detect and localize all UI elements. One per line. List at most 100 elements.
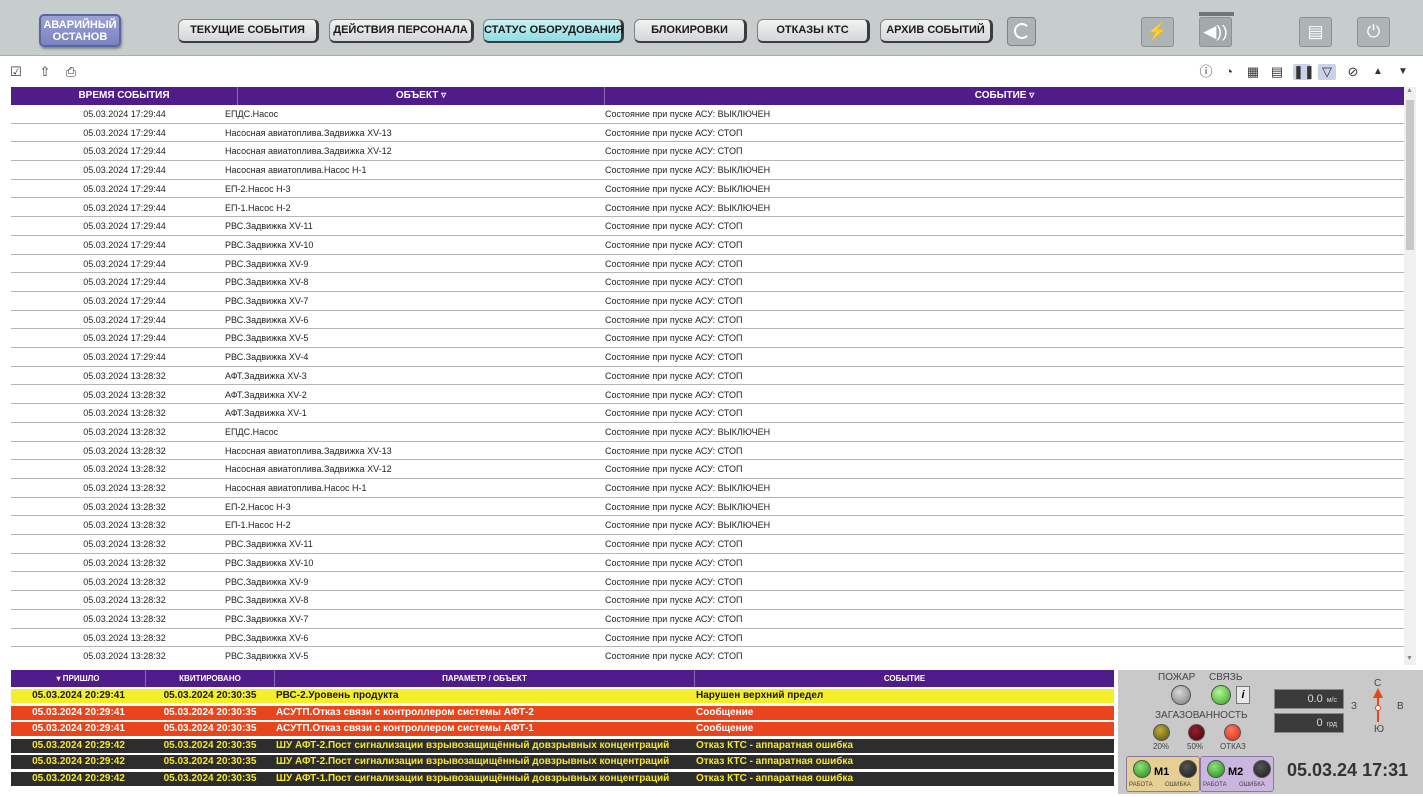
alarm-row[interactable]: 05.03.2024 20:29:42 05.03.2024 20:30:35 ШУ… — [11, 755, 1114, 769]
table-row[interactable]: 05.03.2024 13:28:32 РВС.Задвижка XV-9 Сост… — [11, 573, 1404, 592]
document-icon[interactable]: ▤ — [1270, 64, 1284, 80]
column-header-event[interactable]: СОБЫТИЕ ▿ — [605, 87, 1404, 105]
event-time-cell: 05.03.2024 17:29:44 — [83, 146, 166, 157]
alarm-row[interactable]: 05.03.2024 20:29:41 05.03.2024 20:30:35 АС… — [11, 722, 1114, 736]
emergency-stop-button[interactable]: АВАРИЙНЫЙ ОСТАНОВ — [39, 14, 121, 47]
alarm-row[interactable]: 05.03.2024 20:29:42 05.03.2024 20:30:35 ШУ… — [11, 771, 1114, 786]
event-object-cell: РВС.Задвижка XV-8 — [225, 277, 309, 288]
power-icon[interactable]: ⏻ — [1357, 17, 1390, 47]
table-row[interactable]: 05.03.2024 13:28:32 ЕП-1.Насос Н-2 Состоян… — [11, 516, 1404, 536]
sort-up-icon[interactable]: ▲ — [1371, 64, 1385, 80]
event-object-cell: РВС.Задвижка XV-9 — [225, 258, 309, 269]
scrollbar-thumb[interactable] — [1406, 100, 1414, 250]
table-row[interactable]: 05.03.2024 13:28:32 АФТ.Задвижка XV-1 Сост… — [11, 404, 1404, 423]
alarm-row[interactable]: 05.03.2024 20:29:41 05.03.2024 20:30:35 РВ… — [11, 689, 1114, 703]
table-row[interactable]: 05.03.2024 17:29:44 ЕП-1.Насос Н-2 Состоян… — [11, 199, 1404, 218]
pause-icon[interactable]: ❚❚ — [1293, 64, 1315, 80]
tab-equipment-status[interactable]: СТАТУС ОБОРУДОВАНИЯ — [483, 19, 624, 43]
alarm-row[interactable]: 05.03.2024 20:29:42 05.03.2024 20:30:35 ШУ… — [11, 738, 1114, 753]
table-row[interactable]: 05.03.2024 17:29:44 РВС.Задвижка XV-11 Сос… — [11, 217, 1404, 236]
print-icon[interactable]: ⎙ — [64, 64, 78, 80]
table-row[interactable]: 05.03.2024 17:29:44 РВС.Задвижка XV-6 Сост… — [11, 311, 1404, 330]
table-row[interactable]: 05.03.2024 13:28:32 РВС.Задвижка XV-8 Сост… — [11, 591, 1404, 610]
table-row[interactable]: 05.03.2024 13:28:32 РВС.Задвижка XV-7 Сост… — [11, 610, 1404, 629]
column-header-object[interactable]: ОБЪЕКТ ▿ — [238, 87, 605, 105]
cards-icon[interactable]: ▤ — [1299, 17, 1332, 47]
event-object-cell: РВС.Задвижка XV-9 — [225, 576, 309, 587]
table-row[interactable]: 05.03.2024 17:29:44 Насосная авиатоплива.… — [11, 142, 1404, 162]
table-row[interactable]: 05.03.2024 17:29:44 РВС.Задвижка XV-5 Сост… — [11, 329, 1404, 349]
event-time-cell: 05.03.2024 17:29:44 — [83, 221, 166, 232]
tab-kts-failures[interactable]: ОТКАЗЫ КТС — [757, 19, 870, 43]
event-time-cell: 05.03.2024 17:29:44 — [83, 296, 166, 306]
clock: 05.03.24 17:31 — [1287, 760, 1409, 780]
event-text-cell: Состояние при пуске АСУ: ВЫКЛЮЧЕН — [605, 165, 771, 176]
table-row[interactable]: 05.03.2024 17:29:44 РВС.Задвижка XV-4 Сост… — [11, 348, 1404, 367]
checklist-icon[interactable]: ☑ — [9, 64, 23, 80]
export-icon[interactable]: ⇧ — [38, 64, 52, 80]
table-row[interactable]: 05.03.2024 17:29:44 ЕП-2.Насос Н-3 Состоян… — [11, 180, 1404, 199]
filter-icon[interactable]: ▽ — [1318, 64, 1336, 80]
events-scrollbar[interactable]: ▲ ▼ — [1404, 87, 1416, 665]
info-button[interactable]: i — [1236, 686, 1250, 704]
table-row[interactable]: 05.03.2024 17:29:44 РВС.Задвижка XV-8 Сост… — [11, 273, 1404, 292]
tab-staff-actions[interactable]: ДЕЙСТВИЯ ПЕРСОНАЛА — [329, 19, 474, 43]
column-header-parameter[interactable]: ПАРАМЕТР / ОБЪЕКТ — [275, 670, 695, 687]
events-table: ВРЕМЯ СОБЫТИЯ ОБЪЕКТ ▿ СОБЫТИЕ ▿ 05.03.2… — [11, 87, 1404, 665]
tab-current-events[interactable]: ТЕКУЩИЕ СОБЫТИЯ — [178, 19, 319, 43]
column-header-alarm-event[interactable]: СОБЫТИЕ — [695, 670, 1114, 687]
table-row[interactable]: 05.03.2024 13:28:32 ЕП-2.Насос Н-3 Состоян… — [11, 498, 1404, 517]
table-row[interactable]: 05.03.2024 17:29:44 РВС.Задвижка XV-9 Сост… — [11, 255, 1404, 274]
lightning-icon[interactable]: ⚡ — [1141, 17, 1174, 47]
alarms-table-header: ▾ ПРИШЛО КВИТИРОВАНО ПАРАМЕТР / ОБЪЕКТ С… — [11, 670, 1114, 687]
table-row[interactable]: 05.03.2024 17:29:44 ЕПДС.Насос Состояние п… — [11, 105, 1404, 124]
refresh-icon[interactable] — [1007, 17, 1036, 46]
play-icon[interactable]: ◔ — [1221, 64, 1237, 80]
event-text-cell: Состояние при пуске АСУ: ВЫКЛЮЧЕН — [605, 501, 771, 512]
table-row[interactable]: 05.03.2024 13:28:32 АФТ.Задвижка XV-2 Сост… — [11, 386, 1404, 405]
table-row[interactable]: 05.03.2024 13:28:32 АФТ.Задвижка XV-3 Сост… — [11, 367, 1404, 386]
calendar-icon[interactable]: ▦ — [1245, 64, 1261, 80]
event-time-cell: 05.03.2024 17:29:44 — [83, 165, 166, 176]
column-header-acknowledged[interactable]: КВИТИРОВАНО — [146, 670, 275, 687]
table-row[interactable]: 05.03.2024 13:28:32 Насосная авиатоплива.… — [11, 442, 1404, 461]
alarm-param-cell: ШУ АФТ-1.Пост сигнализации взрывозащищён… — [276, 772, 670, 784]
module-m2[interactable]: М2 РАБОТА ОШИБКА — [1200, 756, 1274, 792]
alarm-acked-cell: 05.03.2024 20:30:35 — [163, 723, 257, 734]
table-row[interactable]: 05.03.2024 13:28:32 Насосная авиатоплива.… — [11, 460, 1404, 479]
alarm-row[interactable]: 05.03.2024 20:29:41 05.03.2024 20:30:35 АС… — [11, 705, 1114, 720]
table-row[interactable]: 05.03.2024 13:28:32 Насосная авиатоплива.… — [11, 479, 1404, 498]
scroll-down-icon[interactable]: ▼ — [1406, 655, 1413, 662]
table-row[interactable]: 05.03.2024 17:29:44 РВС.Задвижка XV-7 Сост… — [11, 292, 1404, 311]
alarms-table: ▾ ПРИШЛО КВИТИРОВАНО ПАРАМЕТР / ОБЪЕКТ С… — [11, 670, 1114, 789]
event-time-cell: 05.03.2024 13:28:32 — [83, 595, 166, 606]
info-icon[interactable]: ⓘ — [1199, 64, 1213, 80]
table-row[interactable]: 05.03.2024 17:29:44 РВС.Задвижка XV-10 Сос… — [11, 236, 1404, 255]
scroll-up-icon[interactable]: ▲ — [1406, 87, 1413, 94]
alarm-acked-cell: 05.03.2024 20:30:35 — [163, 739, 257, 751]
gas-label: ЗАГАЗОВАННОСТЬ — [1155, 710, 1248, 721]
tab-interlocks[interactable]: БЛОКИРОВКИ — [634, 19, 747, 43]
event-text-cell: Состояние при пуске АСУ: ВЫКЛЮЧЕН — [605, 202, 771, 213]
gas-fault-lamp — [1224, 724, 1241, 741]
event-text-cell: Состояние при пуске АСУ: СТОП — [605, 595, 743, 606]
event-text-cell: Состояние при пуске АСУ: СТОП — [605, 557, 743, 568]
m2-work-label: РАБОТА — [1203, 782, 1227, 788]
column-header-arrived[interactable]: ▾ ПРИШЛО — [11, 670, 146, 687]
table-row[interactable]: 05.03.2024 13:28:32 РВС.Задвижка XV-11 Сос… — [11, 535, 1404, 554]
table-row[interactable]: 05.03.2024 17:29:44 Насосная авиатоплива.… — [11, 124, 1404, 143]
alarm-acked-cell: 05.03.2024 20:30:35 — [163, 756, 257, 767]
sort-down-icon[interactable]: ▼ — [1396, 64, 1410, 80]
reset-filter-icon[interactable]: ⊘ — [1344, 64, 1362, 80]
event-time-cell: 05.03.2024 13:28:32 — [83, 632, 166, 643]
module-m1[interactable]: М1 РАБОТА ОШИБКА — [1126, 756, 1200, 792]
event-object-cell: РВС.Задвижка XV-7 — [225, 613, 309, 624]
table-row[interactable]: 05.03.2024 13:28:32 ЕПДС.Насос Состояние п… — [11, 423, 1404, 442]
table-row[interactable]: 05.03.2024 13:28:32 РВС.Задвижка XV-5 Сост… — [11, 647, 1404, 665]
table-row[interactable]: 05.03.2024 13:28:32 РВС.Задвижка XV-6 Сост… — [11, 629, 1404, 648]
column-header-time[interactable]: ВРЕМЯ СОБЫТИЯ — [11, 87, 238, 105]
table-row[interactable]: 05.03.2024 13:28:32 РВС.Задвижка XV-10 Сос… — [11, 554, 1404, 573]
tab-event-archive[interactable]: АРХИВ СОБЫТИЙ — [880, 19, 993, 43]
table-row[interactable]: 05.03.2024 17:29:44 Насосная авиатоплива.… — [11, 161, 1404, 180]
speaker-icon[interactable]: ◀)) — [1199, 17, 1232, 47]
